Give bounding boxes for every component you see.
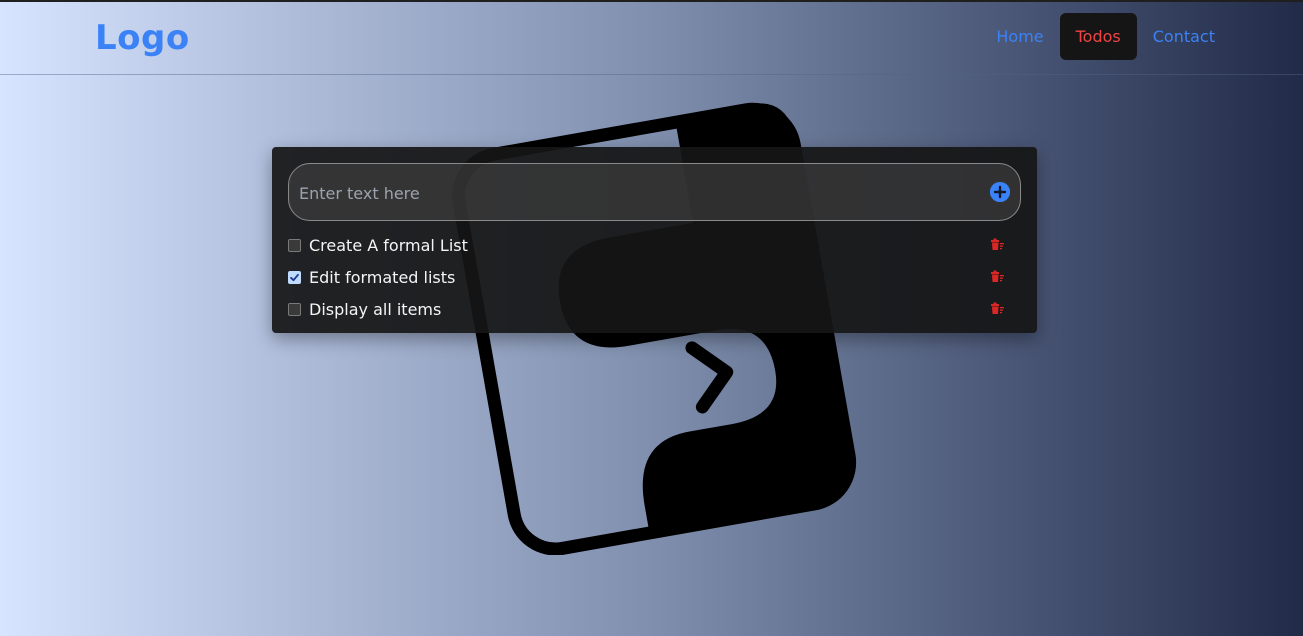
nav-link-todos[interactable]: Todos <box>1059 13 1137 60</box>
nav-link-contact[interactable]: Contact <box>1137 13 1231 60</box>
trash-icon <box>991 238 1004 250</box>
checkmark-icon <box>290 273 299 281</box>
todo-input[interactable] <box>297 164 981 222</box>
trash-icon <box>991 270 1004 282</box>
delete-todo-button[interactable] <box>989 301 1005 317</box>
todo-checkbox[interactable] <box>288 238 301 252</box>
todo-list: Create A formal List Edit formated lists <box>288 229 1021 325</box>
todo-item: Edit formated lists <box>288 261 1021 293</box>
todo-checkbox[interactable] <box>288 302 301 316</box>
navbar: Logo Home Todos Contact <box>0 2 1303 75</box>
trash-icon <box>991 302 1004 314</box>
todo-item-label: Display all items <box>309 299 442 319</box>
logo[interactable]: Logo <box>95 18 190 58</box>
delete-todo-button[interactable] <box>989 237 1005 253</box>
delete-todo-button[interactable] <box>989 269 1005 285</box>
todo-checkbox[interactable] <box>288 270 301 284</box>
nav-link-home[interactable]: Home <box>980 13 1059 60</box>
nav-links: Home Todos Contact <box>980 13 1231 60</box>
add-todo-button[interactable] <box>990 182 1010 202</box>
todo-item-label: Create A formal List <box>309 235 468 255</box>
todo-card: Create A formal List Edit formated lists <box>272 147 1037 333</box>
plus-circle-icon <box>990 182 1010 202</box>
todo-item-label: Edit formated lists <box>309 267 456 287</box>
todo-item: Create A formal List <box>288 229 1021 261</box>
todo-item: Display all items <box>288 293 1021 325</box>
todo-input-wrapper <box>288 163 1021 222</box>
